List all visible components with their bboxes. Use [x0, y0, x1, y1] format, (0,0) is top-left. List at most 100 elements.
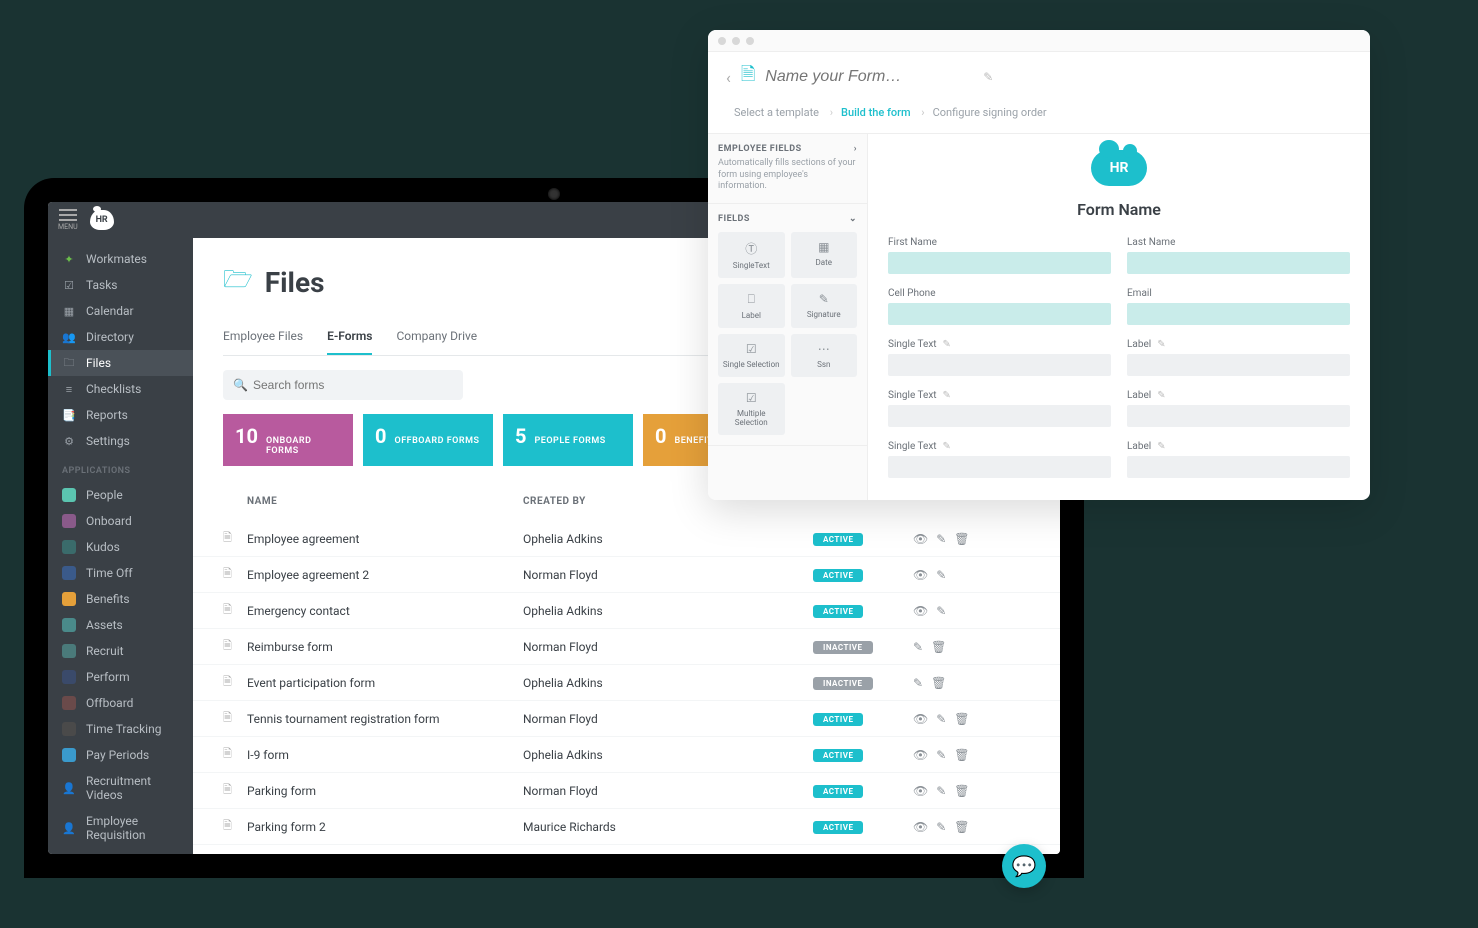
breadcrumb-step[interactable]: Select a template: [726, 102, 833, 123]
form-field: Label ✎: [1127, 339, 1350, 376]
pencil-icon[interactable]: ✎: [1157, 441, 1165, 452]
field-label: Signature: [795, 310, 854, 319]
sidebar-item-calendar[interactable]: ▦Calendar: [48, 298, 193, 324]
trash-icon[interactable]: 🗑: [931, 640, 946, 654]
form-field-input[interactable]: [1127, 405, 1350, 427]
sidebar-app-recruit[interactable]: Recruit: [48, 638, 193, 664]
sidebar-app-assets[interactable]: Assets: [48, 612, 193, 638]
breadcrumb-step[interactable]: Configure signing order: [925, 102, 1061, 123]
field-tile-singletext[interactable]: ⓉSingleText: [718, 232, 785, 278]
field-tile-label[interactable]: ⎕Label: [718, 284, 785, 328]
traffic-max[interactable]: [746, 37, 754, 45]
sidebar-item-directory[interactable]: 👥Directory: [48, 324, 193, 350]
sidebar-app-pay-periods[interactable]: Pay Periods: [48, 742, 193, 768]
form-field-input[interactable]: [1127, 354, 1350, 376]
sidebar-app-people[interactable]: People: [48, 482, 193, 508]
sidebar-app-kudos[interactable]: Kudos: [48, 534, 193, 560]
tab-company-drive[interactable]: Company Drive: [396, 319, 477, 355]
fields-header[interactable]: FIELDS ⌄: [718, 214, 857, 224]
menu-button[interactable]: MENU: [58, 209, 78, 231]
pencil-icon[interactable]: ✎: [943, 339, 951, 350]
sidebar-app-perform[interactable]: Perform: [48, 664, 193, 690]
pencil-icon[interactable]: ✎: [943, 390, 951, 401]
eye-icon[interactable]: 👁: [913, 784, 928, 798]
app-icon: [62, 488, 76, 502]
form-field-input[interactable]: [888, 456, 1111, 478]
sidebar-item-checklists[interactable]: ≡Checklists: [48, 376, 193, 402]
form-field-input[interactable]: [888, 303, 1111, 325]
employee-fields-header[interactable]: EMPLOYEE FIELDS ›: [718, 144, 857, 154]
breadcrumb-step[interactable]: Build the form: [833, 102, 925, 123]
edit-icon[interactable]: ✎: [936, 604, 946, 618]
tab-employee-files[interactable]: Employee Files: [223, 319, 303, 355]
document-icon: 🗎: [223, 637, 237, 656]
eye-icon[interactable]: 👁: [913, 604, 928, 618]
eye-icon[interactable]: 👁: [913, 820, 928, 834]
row-created-by: Norman Floyd: [523, 784, 813, 798]
trash-icon[interactable]: 🗑: [954, 532, 969, 546]
form-field-input[interactable]: [888, 405, 1111, 427]
pencil-icon[interactable]: ✎: [943, 441, 951, 452]
form-field-label: Email: [1127, 288, 1350, 299]
field-icon: Ⓣ: [722, 240, 781, 257]
pencil-icon[interactable]: ✎: [1157, 390, 1165, 401]
edit-icon[interactable]: ✎: [913, 640, 923, 654]
row-name: Tennis tournament registration form: [247, 712, 440, 726]
sidebar-app-recruitment-videos[interactable]: 👤Recruitment Videos: [48, 768, 193, 808]
edit-icon[interactable]: ✎: [936, 568, 946, 582]
sidebar-item-files[interactable]: 🗀Files: [48, 350, 193, 376]
trash-icon[interactable]: 🗑: [954, 784, 969, 798]
trash-icon[interactable]: 🗑: [954, 820, 969, 834]
traffic-close[interactable]: [718, 37, 726, 45]
edit-icon[interactable]: ✎: [936, 748, 946, 762]
eye-icon[interactable]: 👁: [913, 712, 928, 726]
field-tile-single-selection[interactable]: ☑Single Selection: [718, 334, 785, 377]
trash-icon[interactable]: 🗑: [931, 676, 946, 690]
sidebar-item-workmates[interactable]: ✦Workmates: [48, 246, 193, 272]
sidebar-app-benefits[interactable]: Benefits: [48, 586, 193, 612]
sidebar-app-leave-requests[interactable]: 👤Leave Requests: [48, 848, 193, 854]
sidebar-app-onboard[interactable]: Onboard: [48, 508, 193, 534]
trash-icon[interactable]: 🗑: [954, 748, 969, 762]
form-field-input[interactable]: [888, 252, 1111, 274]
form-field-input[interactable]: [1127, 303, 1350, 325]
stat-card[interactable]: 10ONBOARD FORMS: [223, 414, 353, 466]
field-tile-signature[interactable]: ✎Signature: [791, 284, 858, 328]
stat-card[interactable]: 5PEOPLE FORMS: [503, 414, 633, 466]
form-field-input[interactable]: [1127, 252, 1350, 274]
sidebar-item-tasks[interactable]: ☑Tasks: [48, 272, 193, 298]
sidebar-item-label: Workmates: [86, 252, 147, 266]
pencil-icon[interactable]: ✎: [1157, 339, 1165, 350]
edit-icon[interactable]: ✎: [936, 712, 946, 726]
table-row: 🗎Event participation formOphelia AdkinsI…: [193, 665, 1060, 701]
pencil-icon[interactable]: ✎: [983, 70, 993, 84]
sidebar-app-time-tracking[interactable]: Time Tracking: [48, 716, 193, 742]
chat-bubble[interactable]: 💬: [1002, 844, 1046, 888]
edit-icon[interactable]: ✎: [936, 532, 946, 546]
field-tile-date[interactable]: ▦Date: [791, 232, 858, 278]
app-icon: [62, 592, 76, 606]
trash-icon[interactable]: 🗑: [954, 712, 969, 726]
field-tile-multiple-selection[interactable]: ☑Multiple Selection: [718, 383, 785, 435]
sidebar-item-settings[interactable]: ⚙Settings: [48, 428, 193, 454]
eye-icon[interactable]: 👁: [913, 568, 928, 582]
form-field-input[interactable]: [888, 354, 1111, 376]
back-arrow-icon[interactable]: ‹: [726, 68, 731, 87]
eye-icon[interactable]: 👁: [913, 532, 928, 546]
sidebar-app-time-off[interactable]: Time Off: [48, 560, 193, 586]
form-field-input[interactable]: [1127, 456, 1350, 478]
tab-e-forms[interactable]: E-Forms: [327, 319, 372, 355]
form-name-input[interactable]: [765, 68, 973, 86]
sidebar-item-reports[interactable]: 📑Reports: [48, 402, 193, 428]
edit-icon[interactable]: ✎: [913, 676, 923, 690]
edit-icon[interactable]: ✎: [936, 784, 946, 798]
sidebar-app-label: Assets: [86, 618, 123, 632]
field-tile-ssn[interactable]: ⋯Ssn: [791, 334, 858, 377]
edit-icon[interactable]: ✎: [936, 820, 946, 834]
stat-card[interactable]: 0OFFBOARD FORMS: [363, 414, 493, 466]
eye-icon[interactable]: 👁: [913, 748, 928, 762]
sidebar-app-employee-requisition[interactable]: 👤Employee Requisition: [48, 808, 193, 848]
sidebar-app-offboard[interactable]: Offboard: [48, 690, 193, 716]
traffic-min[interactable]: [732, 37, 740, 45]
search-input[interactable]: [223, 370, 463, 400]
